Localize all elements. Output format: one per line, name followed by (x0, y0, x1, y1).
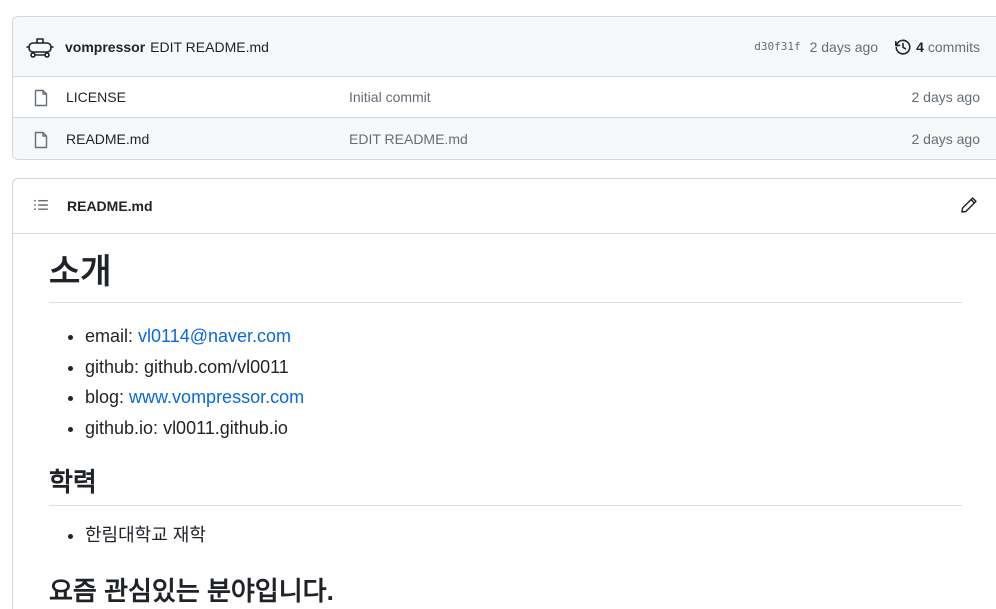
readme-content: 소개 email: vl0114@naver.com github: githu… (13, 234, 996, 608)
file-name[interactable]: LICENSE (66, 89, 126, 105)
contact-list: email: vl0114@naver.com github: github.c… (85, 321, 962, 443)
commit-date[interactable]: 2 days ago (810, 39, 879, 55)
file-row[interactable]: LICENSE Initial commit 2 days ago (13, 77, 996, 118)
readme-heading-intro: 소개 (49, 250, 962, 303)
commits-history-link[interactable]: 4 commits (894, 38, 980, 56)
readme-heading-interests: 요즘 관심있는 분야입니다. (49, 576, 334, 606)
file-commit-message[interactable]: EDIT README.md (349, 131, 468, 147)
githubio-text: vl0011.github.io (163, 417, 288, 438)
list-item: email: vl0114@naver.com (85, 321, 962, 352)
file-commit-message[interactable]: Initial commit (349, 89, 431, 105)
education-list: 한림대학교 재학 (85, 520, 962, 550)
file-icon (33, 89, 49, 107)
history-icon (895, 39, 911, 55)
commits-label: commits (927, 38, 980, 55)
contact-label: email: (85, 326, 139, 346)
list-item: blog: www.vompressor.com (85, 382, 962, 413)
readme-heading-education: 학력 (49, 465, 962, 506)
latest-commit-bar: vompressor EDIT README.md d30f31f 2 days… (13, 17, 996, 77)
readme-filename[interactable]: README.md (67, 198, 153, 214)
email-link[interactable]: vl0114@naver.com (138, 326, 291, 346)
file-date: 2 days ago (911, 130, 981, 147)
avatar[interactable] (25, 32, 55, 62)
contact-label: blog: (85, 387, 130, 407)
commit-message[interactable]: EDIT README.md (150, 39, 269, 55)
commit-author[interactable]: vompressor (65, 39, 145, 55)
list-item: github.io: vl0011.github.io (85, 413, 962, 444)
repo-page: vompressor EDIT README.md d30f31f 2 days… (0, 0, 996, 609)
contact-label: github.io: (85, 417, 164, 438)
list-item: 한림대학교 재학 (85, 520, 962, 550)
file-icon (33, 131, 49, 148)
file-name[interactable]: README.md (66, 131, 149, 147)
file-date: 2 days ago (911, 89, 981, 105)
bot-avatar-icon (26, 37, 54, 58)
commits-count: 4 (916, 38, 924, 55)
file-browser: vompressor EDIT README.md d30f31f 2 days… (12, 16, 996, 160)
file-row[interactable]: README.md EDIT README.md 2 days ago (13, 118, 996, 159)
contact-label: github: (85, 356, 145, 377)
blog-link[interactable]: www.vompressor.com (129, 387, 304, 407)
github-text: github.com/vl0011 (144, 356, 289, 377)
readme-panel: README.md 소개 email: vl0114@naver.com git… (12, 178, 996, 609)
outline-list-icon[interactable] (33, 197, 49, 216)
readme-header: README.md (13, 179, 996, 234)
commit-sha[interactable]: d30f31f (754, 40, 800, 53)
edit-button[interactable] (960, 196, 978, 217)
pencil-icon (961, 196, 977, 213)
list-item: github: github.com/vl0011 (85, 352, 962, 383)
